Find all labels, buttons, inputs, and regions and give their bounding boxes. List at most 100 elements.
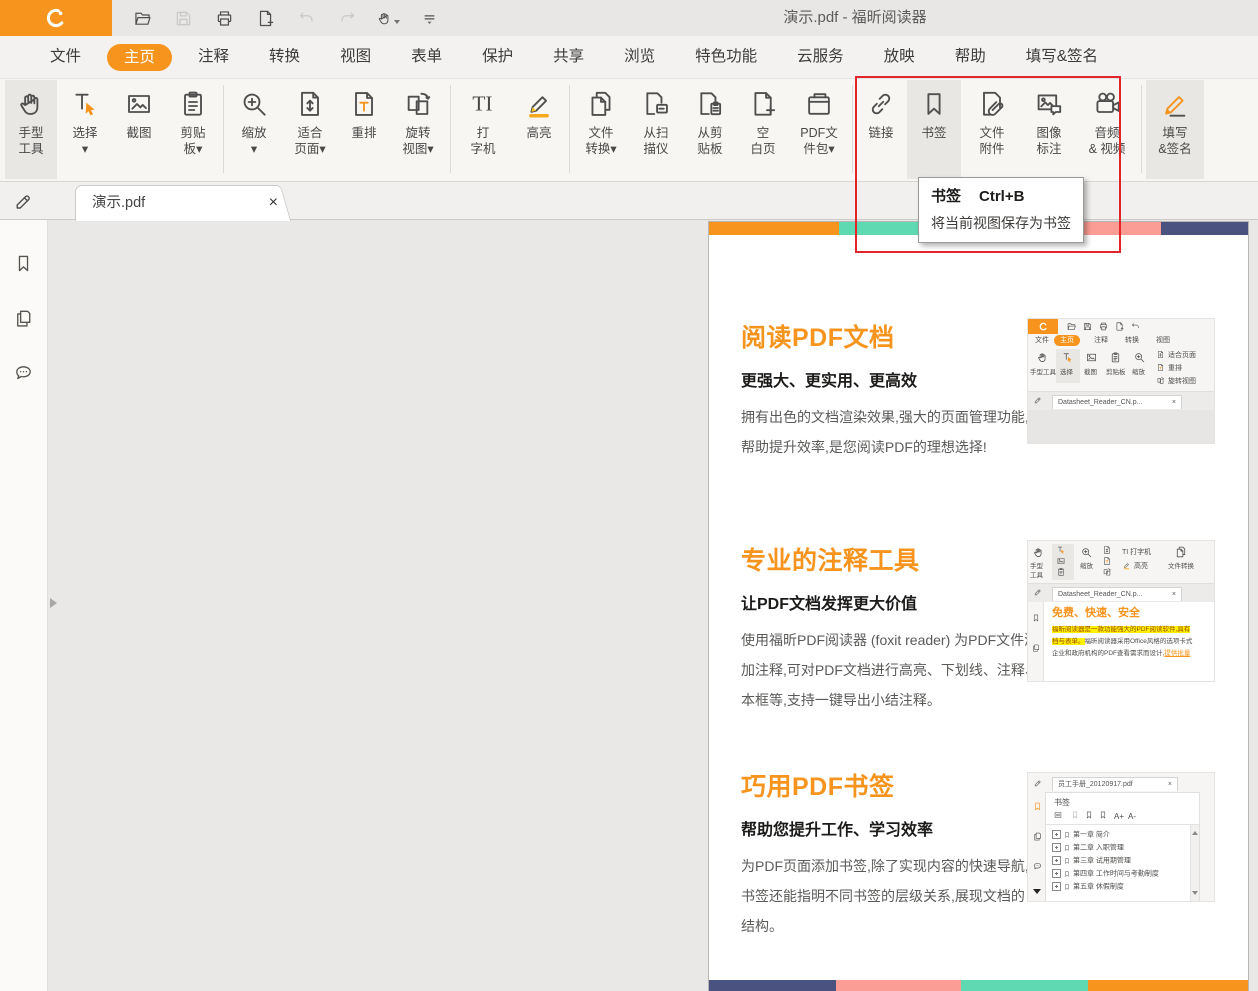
menu-tab-form[interactable]: 表单 <box>391 36 462 78</box>
ribbon-button-convert[interactable]: 文件 转换▾ <box>574 80 628 179</box>
section-annotation-tools: 专业的注释工具 让PDF文档发挥更大价值 使用福昕PDF阅读器 (foxit r… <box>741 541 1053 715</box>
ribbon-button-audio-video[interactable]: 音频 & 视频 <box>1077 80 1137 179</box>
menu-tab-help[interactable]: 帮助 <box>935 36 1006 78</box>
ribbon-button-typewriter[interactable]: 打字机 <box>455 80 511 179</box>
undo-button[interactable] <box>294 6 318 30</box>
ribbon-button-pdf-portfolio[interactable]: PDF文 件包▾ <box>790 80 848 179</box>
ribbon-button-blank-page[interactable]: 空白页 <box>738 80 788 179</box>
ribbon-button-file-attachment[interactable]: 文件 附件 <box>963 80 1021 179</box>
ribbon-button-clipboard[interactable]: 剪贴 板▾ <box>167 80 219 179</box>
pages-panel-button[interactable] <box>12 307 36 331</box>
quick-access-toolbar <box>130 0 441 36</box>
section-subheading: 让PDF文档发挥更大价值 <box>741 596 918 613</box>
bookmark-icon <box>918 88 950 120</box>
menu-tab-browse[interactable]: 浏览 <box>604 36 675 78</box>
menu-tab-view[interactable]: 视图 <box>320 36 391 78</box>
save-button[interactable] <box>171 6 195 30</box>
section-body: 拥有出色的文档渲染效果,强大的页面管理功能, 帮助提升效率,是您阅读PDF的理想… <box>741 409 1029 455</box>
video-camera-icon <box>1091 88 1123 120</box>
comments-panel-button[interactable] <box>12 362 36 386</box>
tooltip-title: 书签 <box>931 188 962 205</box>
fit-page-icon <box>294 88 326 120</box>
link-icon <box>865 88 897 120</box>
customize-toolbar-button[interactable] <box>417 6 441 30</box>
ribbon-separator <box>852 85 853 173</box>
zoom-icon <box>238 88 270 120</box>
reflow-icon <box>348 88 380 120</box>
from-clipboard-icon <box>694 88 726 120</box>
image-annotation-icon <box>1033 88 1065 120</box>
menu-tab-features[interactable]: 特色功能 <box>675 36 777 78</box>
ribbon-separator <box>1141 85 1142 173</box>
bookmarks-panel-button[interactable] <box>12 252 36 276</box>
screenshot-thumb-bookmark-panel: 员工手册_20120917.pdf × 书签 A+ A- 第一章 简介 第二章 … <box>1027 772 1215 902</box>
ribbon-button-reflow[interactable]: 重排 <box>340 80 388 179</box>
section-subheading: 更强大、更实用、更高效 <box>741 373 918 390</box>
attachment-icon <box>976 88 1008 120</box>
document-tab-active[interactable]: 演示.pdf × <box>75 185 278 221</box>
comment-icon <box>12 362 35 385</box>
ribbon-button-from-scanner[interactable]: 从扫 描仪 <box>630 80 682 179</box>
screenshot-thumb-annotate-ui: 手型工具 缩放 TI 打字机 高亮 文件转换 Datasheet_Reader_… <box>1027 540 1215 682</box>
annotate-pencil-icon[interactable] <box>12 189 38 215</box>
ribbon-separator <box>450 85 451 173</box>
rotate-view-icon <box>402 88 434 120</box>
bookmark-tooltip: 书签 Ctrl+B 将当前视图保存为书签 <box>918 177 1084 243</box>
panel-expand-handle[interactable] <box>50 598 62 608</box>
redo-button[interactable] <box>335 6 359 30</box>
section-heading: 专业的注释工具 <box>741 547 920 575</box>
section-subheading: 帮助您提升工作、学习效率 <box>741 822 934 839</box>
page-bottom-color-bar <box>709 980 1248 991</box>
ribbon-button-select[interactable]: 选择 ▾ <box>59 80 111 179</box>
menu-tab-fill-sign[interactable]: 填写&签名 <box>1006 36 1118 78</box>
tooltip-description: 将当前视图保存为书签 <box>931 215 1071 231</box>
ribbon-button-from-clipboard[interactable]: 从剪 贴板 <box>684 80 736 179</box>
bookmark-icon <box>12 252 35 275</box>
ribbon-button-rotate-view[interactable]: 旋转 视图▾ <box>390 80 446 179</box>
menu-tab-file[interactable]: 文件 <box>30 36 101 78</box>
select-text-icon <box>69 88 101 120</box>
menu-tab-cloud[interactable]: 云服务 <box>777 36 864 78</box>
hand-mode-button[interactable] <box>376 6 400 30</box>
open-file-button[interactable] <box>130 6 154 30</box>
print-button[interactable] <box>212 6 236 30</box>
ribbon-button-zoom[interactable]: 缩放 ▾ <box>228 80 280 179</box>
ribbon-separator <box>223 85 224 173</box>
ribbon-button-highlight[interactable]: 高亮 <box>513 80 565 179</box>
ribbon-button-link[interactable]: 链接 <box>857 80 905 179</box>
snapshot-icon <box>123 88 155 120</box>
menu-tab-home[interactable]: 主页 <box>107 43 173 71</box>
close-tab-icon[interactable]: × <box>269 186 278 219</box>
section-heading: 阅读PDF文档 <box>741 324 895 352</box>
menu-tab-comment[interactable]: 注释 <box>178 36 249 78</box>
scanner-icon <box>640 88 672 120</box>
expand-caret-icon <box>1033 889 1041 898</box>
menu-tab-share[interactable]: 共享 <box>533 36 604 78</box>
new-page-button[interactable] <box>253 6 277 30</box>
title-bar: 演示.pdf - 福昕阅读器 <box>0 0 1258 36</box>
menu-tab-convert[interactable]: 转换 <box>249 36 320 78</box>
typewriter-icon <box>467 88 499 120</box>
hand-icon <box>15 88 47 120</box>
ribbon-button-hand-tool[interactable]: 手型 工具 <box>5 80 57 179</box>
blank-page-icon <box>747 88 779 120</box>
ribbon-button-bookmark[interactable]: 书签 <box>907 80 961 179</box>
menu-tab-protect[interactable]: 保护 <box>462 36 533 78</box>
pdf-page: 阅读PDF文档 更强大、更实用、更高效 拥有出色的文档渲染效果,强大的页面管理功… <box>708 221 1249 991</box>
scroll-up-icon <box>1192 828 1198 835</box>
navigation-sidebar <box>0 220 48 991</box>
ribbon-button-fit-page[interactable]: 适合 页面▾ <box>282 80 338 179</box>
menu-tab-present[interactable]: 放映 <box>864 36 935 78</box>
ribbon-button-fill-sign[interactable]: 填写 &签名 <box>1146 80 1204 179</box>
chevron-down-icon <box>394 19 400 27</box>
convert-file-icon <box>585 88 617 120</box>
ribbon-button-image-annotation[interactable]: 图像 标注 <box>1023 80 1075 179</box>
tooltip-shortcut: Ctrl+B <box>979 188 1025 205</box>
foxit-reader-window: 演示.pdf - 福昕阅读器 文件 主页 注释 转换 视图 表单 保护 共享 浏… <box>0 0 1258 991</box>
ribbon-button-snapshot[interactable]: 截图 <box>113 80 165 179</box>
window-title: 演示.pdf - 福昕阅读器 <box>783 9 927 26</box>
app-logo[interactable] <box>0 0 112 36</box>
foxit-logo-icon <box>43 5 69 31</box>
highlighter-icon <box>523 88 555 120</box>
ribbon-separator <box>569 85 570 173</box>
